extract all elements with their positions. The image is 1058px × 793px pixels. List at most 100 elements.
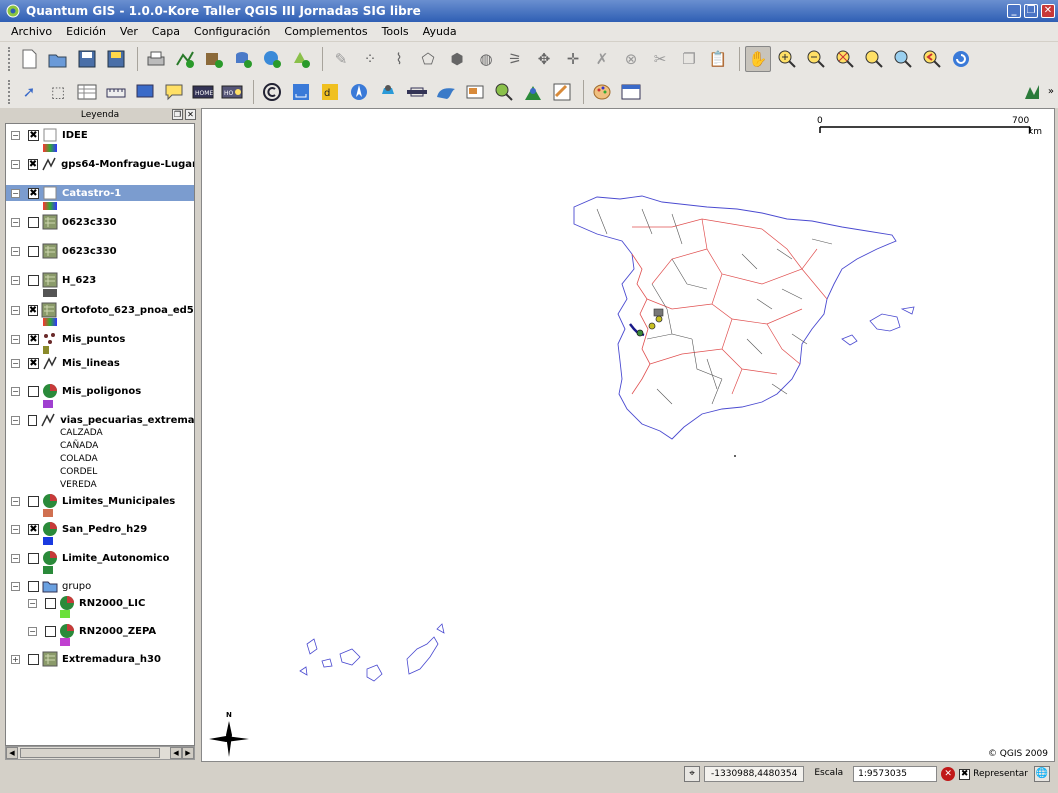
expander-icon[interactable]: − (11, 524, 20, 534)
copyright-label-button[interactable] (259, 79, 285, 105)
save-as-button[interactable] (103, 46, 129, 72)
legend-close-button[interactable]: ✕ (185, 109, 196, 120)
legend-layer-row[interactable]: −✖ gps64-Monfrague-LugarNuevo (6, 156, 194, 172)
refresh-button[interactable] (948, 46, 974, 72)
expander-icon[interactable]: − (11, 581, 20, 591)
delete-selected-button[interactable]: ⊗ (618, 46, 644, 72)
toolbar-grip[interactable] (8, 79, 12, 104)
zoom-full-button[interactable] (832, 46, 858, 72)
scroll-thumb[interactable] (20, 748, 160, 758)
zoom-out-button[interactable] (803, 46, 829, 72)
capture-point-button[interactable]: ⁘ (357, 46, 383, 72)
layer-visibility-checkbox[interactable] (45, 597, 56, 609)
measure-area-button[interactable] (132, 79, 158, 105)
legend-layer-row[interactable]: − H_623 (6, 272, 194, 288)
scroll-left-button[interactable]: ◀ (6, 747, 18, 759)
legend-layer-row[interactable]: − Mis_poligonos (6, 383, 194, 399)
expander-icon[interactable]: − (11, 246, 20, 256)
north-arrow-button[interactable] (346, 79, 372, 105)
layer-visibility-checkbox[interactable]: ✖ (27, 304, 39, 316)
coordinate-capture-icon[interactable]: ⌖ (684, 766, 701, 782)
copy-button[interactable]: ❐ (676, 46, 702, 72)
move-button[interactable]: ✛ (560, 46, 586, 72)
identify-button[interactable]: ➚ (16, 79, 42, 105)
expander-icon[interactable]: − (11, 305, 20, 315)
expander-icon[interactable]: − (11, 415, 20, 425)
scroll-left-button-2[interactable]: ◀ (170, 747, 182, 759)
expander-icon[interactable]: − (11, 358, 20, 368)
menu-capa[interactable]: Capa (145, 25, 187, 38)
menu-complementos[interactable]: Complementos (277, 25, 374, 38)
legend-layer-row[interactable]: − ✖ San_Pedro_h29 (6, 521, 194, 537)
cut-button[interactable]: ✂ (647, 46, 673, 72)
maximize-button[interactable]: ❐ (1024, 4, 1038, 18)
expander-icon[interactable]: − (28, 626, 37, 636)
pan-button[interactable]: ✋ (745, 45, 771, 72)
legend-layer-row[interactable]: − ✖ Mis_lineas (6, 355, 194, 371)
scale-input[interactable]: 1:9573035 (853, 766, 938, 782)
vector-edit-button[interactable] (520, 79, 546, 105)
layer-visibility-checkbox[interactable] (28, 580, 39, 592)
zoom-last-button[interactable] (919, 46, 945, 72)
layer-visibility-checkbox[interactable] (28, 385, 39, 397)
legend-layer-row[interactable]: − ✖ IDEE (6, 127, 194, 143)
layer-visibility-checkbox[interactable] (28, 552, 39, 564)
menu-ayuda[interactable]: Ayuda (416, 25, 464, 38)
toolbar-grip[interactable] (8, 46, 12, 71)
layer-visibility-checkbox[interactable]: ✖ (27, 158, 39, 170)
add-postgis-button[interactable] (230, 46, 256, 72)
map-tips-button[interactable] (161, 79, 187, 105)
expander-icon[interactable]: − (11, 188, 20, 198)
expander-icon[interactable]: − (11, 159, 20, 169)
layer-visibility-checkbox[interactable] (28, 653, 39, 665)
quick-print-button[interactable] (462, 79, 488, 105)
add-raster-button[interactable] (201, 46, 227, 72)
legend-layer-row[interactable]: − 0623c330 (6, 214, 194, 230)
legend-layer-row[interactable]: −✖ Ortofoto_623_pnoa_ed50_h30 (6, 302, 194, 318)
menu-edicion[interactable]: Edición (59, 25, 113, 38)
plugin-button[interactable] (491, 79, 517, 105)
expander-icon[interactable]: − (11, 553, 20, 563)
layer-visibility-checkbox[interactable] (27, 414, 38, 426)
legend-layer-row[interactable]: − RN2000_ZEPA (6, 623, 194, 639)
expander-icon[interactable]: − (11, 334, 20, 344)
expander-icon[interactable]: − (11, 130, 20, 140)
layer-visibility-checkbox[interactable]: ✖ (28, 357, 39, 369)
capture-polygon-button[interactable]: ⬠ (415, 46, 441, 72)
expander-icon[interactable]: − (11, 496, 20, 506)
label-button[interactable]: d (317, 79, 343, 105)
editing-button[interactable] (549, 79, 575, 105)
stop-render-button[interactable]: ✕ (941, 767, 956, 781)
panel-splitter[interactable] (196, 108, 200, 762)
expander-icon[interactable]: − (11, 275, 20, 285)
grass-button[interactable] (433, 79, 459, 105)
grass-tools-button[interactable] (1019, 79, 1045, 105)
paste-button[interactable]: 📋 (705, 46, 731, 72)
layer-visibility-checkbox[interactable] (28, 274, 39, 286)
add-ring-button[interactable]: ◍ (473, 46, 499, 72)
gps-button[interactable] (375, 79, 401, 105)
expander-icon[interactable]: − (11, 217, 20, 227)
legend-horizontal-scrollbar[interactable]: ◀ ◀ ▶ (5, 746, 195, 760)
legend-layer-row[interactable]: − ✖ Catastro-1 (6, 185, 194, 201)
zoom-in-button[interactable] (774, 46, 800, 72)
layer-visibility-checkbox[interactable] (28, 245, 39, 257)
scalebar-button[interactable] (288, 79, 314, 105)
print-button[interactable] (143, 46, 169, 72)
projection-icon[interactable]: 🌐 (1034, 766, 1050, 782)
style-button[interactable] (589, 79, 615, 105)
layer-visibility-checkbox[interactable] (45, 625, 56, 637)
new-project-button[interactable] (16, 46, 42, 72)
legend-layer-row[interactable]: − 0623c330 (6, 243, 194, 259)
window-button[interactable] (618, 79, 644, 105)
georeferencer-button[interactable] (404, 79, 430, 105)
layer-visibility-checkbox[interactable] (28, 495, 39, 507)
expander-icon[interactable]: − (11, 386, 20, 396)
expander-icon[interactable]: − (28, 598, 37, 608)
toolbar-overflow-icon[interactable]: » (1048, 86, 1054, 97)
render-checkbox[interactable]: ✖ Representar (959, 768, 1028, 780)
scroll-right-button[interactable]: ▶ (182, 747, 194, 759)
layer-visibility-checkbox[interactable]: ✖ (28, 523, 39, 535)
new-bookmark-button[interactable]: HO (219, 79, 245, 105)
open-project-button[interactable] (45, 46, 71, 72)
